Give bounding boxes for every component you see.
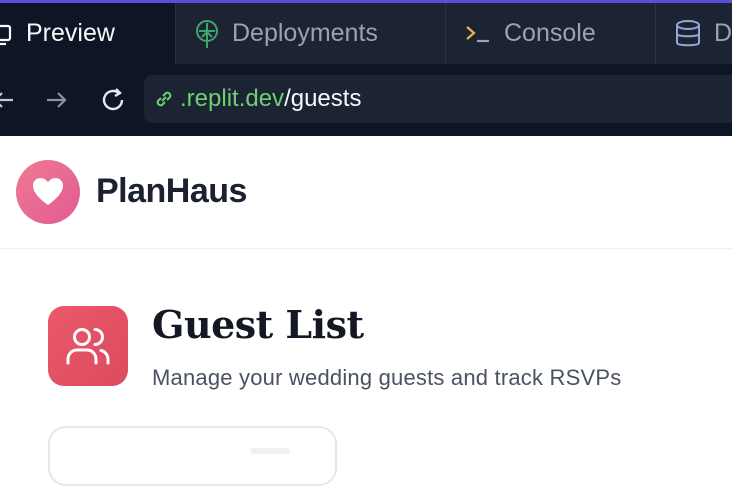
forward-button[interactable] [34,78,78,122]
tab-preview-label: Preview [26,19,115,47]
tab-console[interactable]: Console [446,3,656,64]
heart-icon [33,178,63,205]
database-icon [674,19,702,49]
reload-icon [102,88,124,111]
tab-console-label: Console [504,19,596,47]
reload-button[interactable] [91,78,135,122]
browser-url-bar: .replit.dev/guests [0,64,732,136]
guest-list-icon-tile [48,306,128,386]
page-title: Guest List [152,302,364,347]
tab-database[interactable]: D [656,3,732,64]
app-header: PlanHaus [0,136,732,249]
link-icon [152,87,176,111]
arrow-left-icon [0,92,13,108]
url-path: /guests [284,85,362,112]
tab-deployments[interactable]: Deployments [176,3,446,64]
tab-deployments-label: Deployments [232,19,378,47]
arrow-right-icon [47,92,67,108]
url-input[interactable]: .replit.dev/guests [144,75,732,123]
tab-preview[interactable]: Preview [0,3,176,64]
card-placeholder [250,448,290,454]
summary-card [48,426,337,486]
users-icon [66,328,110,365]
terminal-icon [464,22,492,46]
ide-tab-bar: Preview Deployments Console D [0,0,732,64]
brand-name[interactable]: PlanHaus [96,172,247,211]
url-host: .replit.dev [180,85,285,112]
monitor-icon [0,20,14,48]
brand-logo[interactable] [16,160,80,224]
deployments-icon [194,19,220,49]
page-subtitle: Manage your wedding guests and track RSV… [152,365,622,390]
back-button[interactable] [0,78,26,122]
tab-database-label: D [714,19,732,47]
